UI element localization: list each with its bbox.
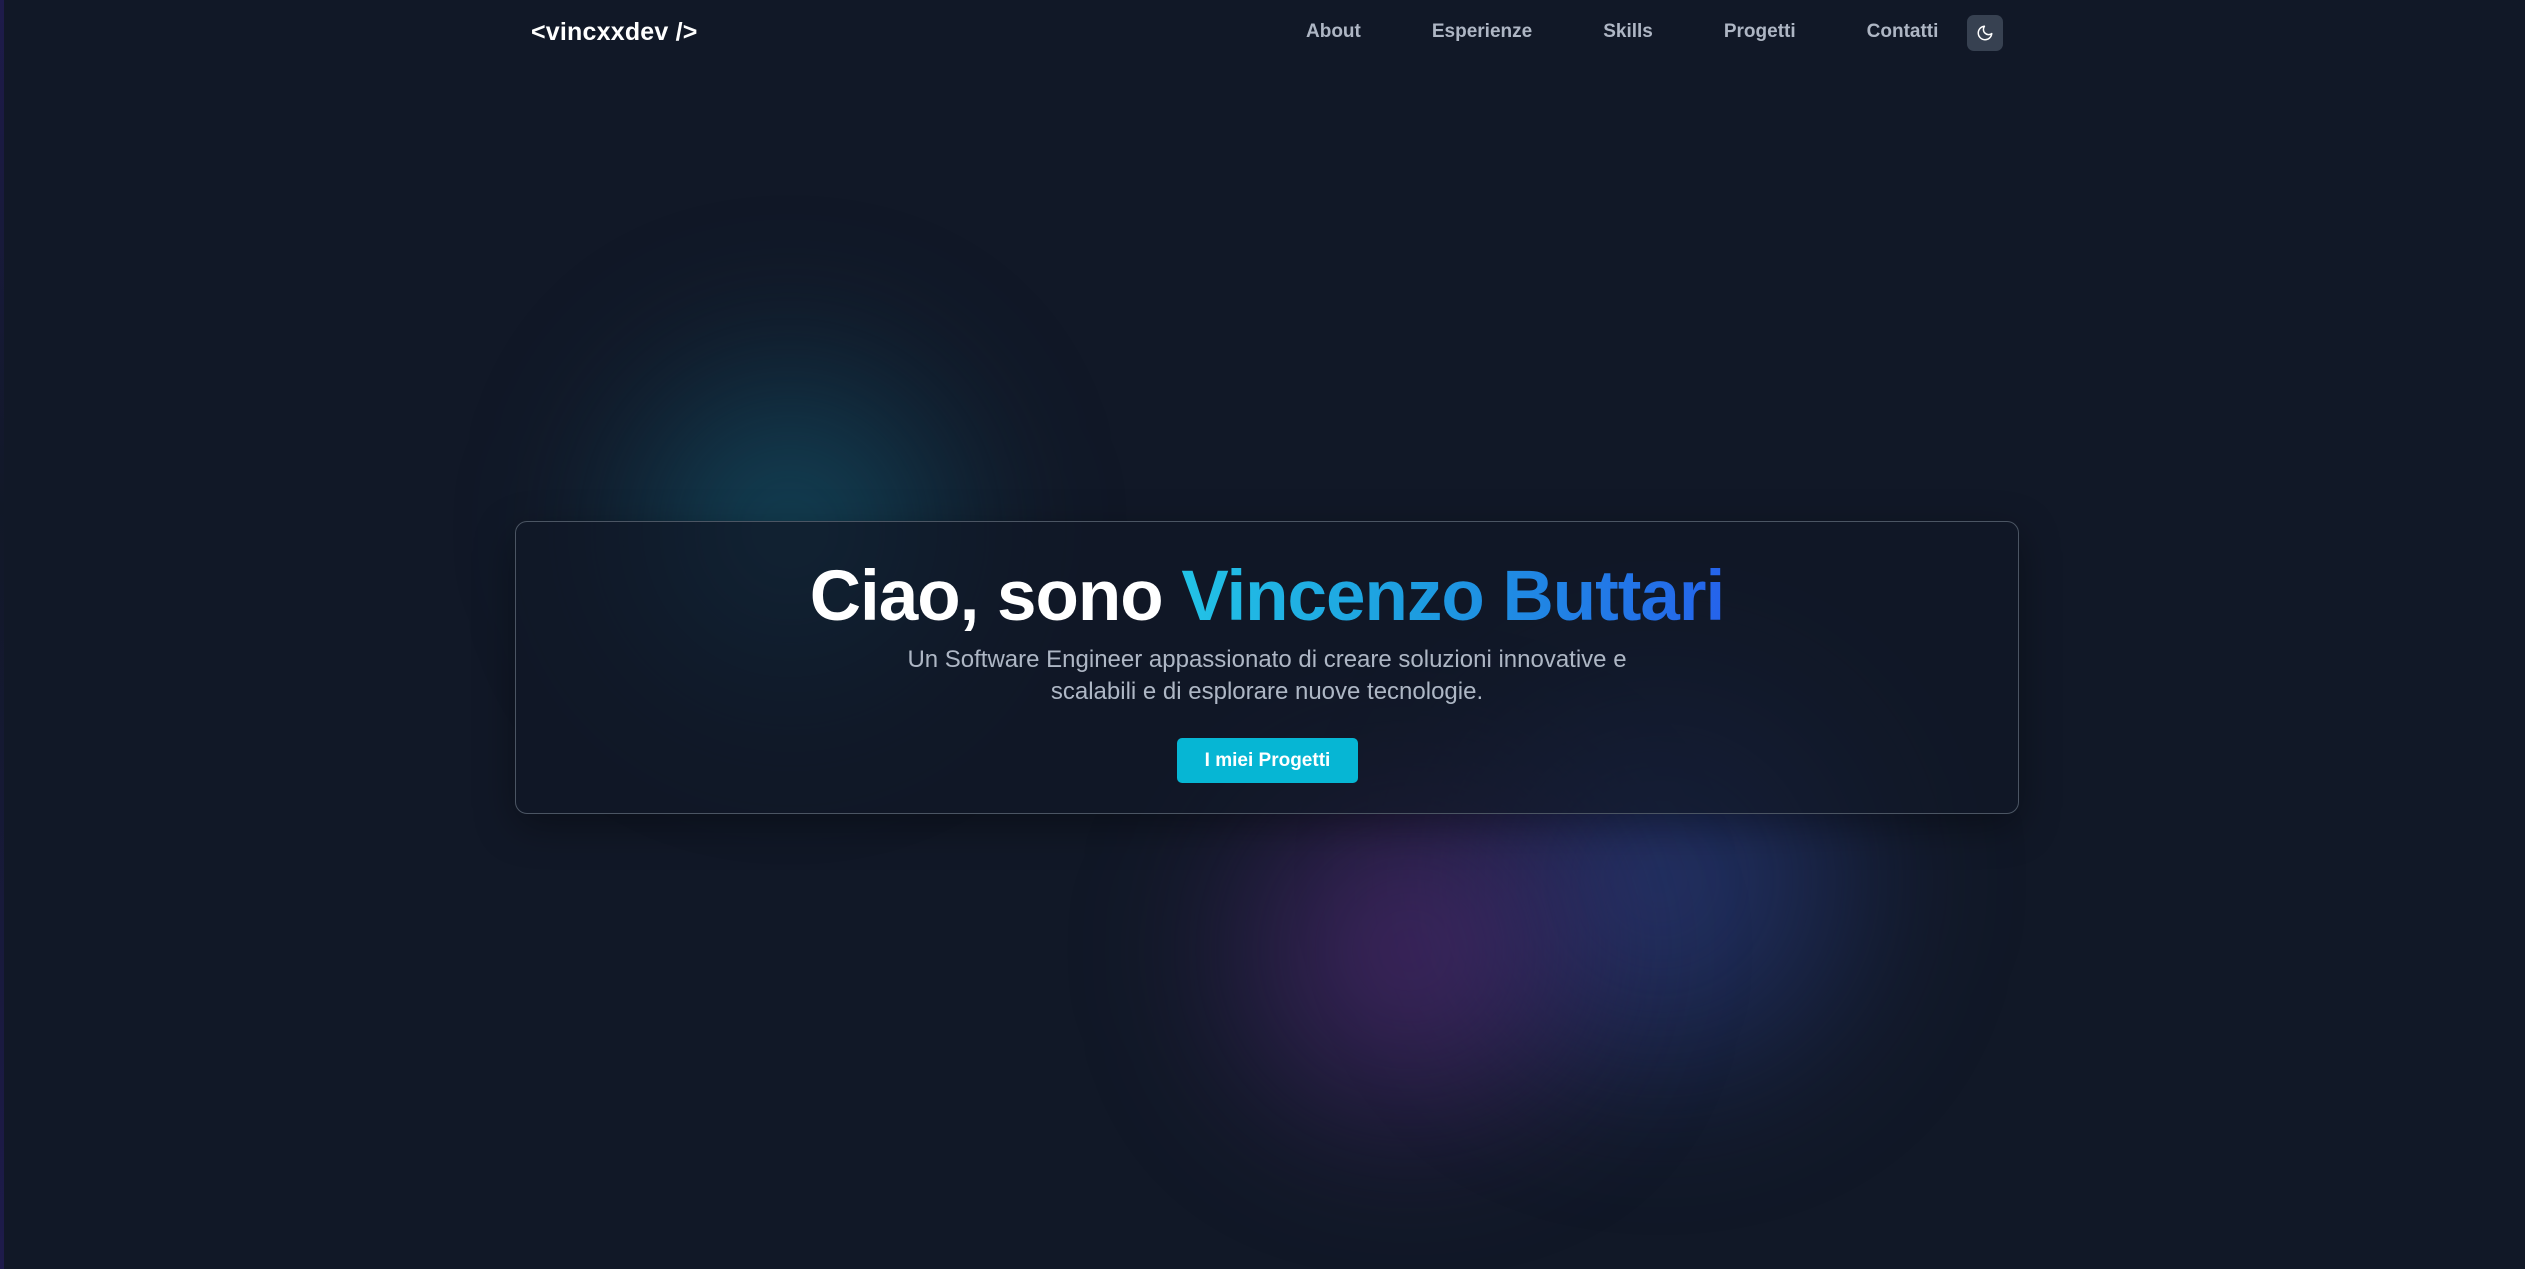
nav-link-esperienze[interactable]: Esperienze	[1432, 21, 1532, 43]
site-logo[interactable]: <vincxxdev />	[531, 18, 698, 47]
hero-title: Ciao, sono Vincenzo Buttari	[516, 556, 2018, 637]
hero-subtitle-line-2: scalabili e di esplorare nuove tecnologi…	[1050, 678, 1484, 705]
navbar: <vincxxdev /> About Esperienze Skills Pr…	[0, 0, 2525, 66]
moon-icon	[1977, 25, 1993, 41]
hero-greeting: Ciao, sono	[809, 557, 1164, 636]
theme-toggle-button[interactable]	[1967, 15, 2003, 51]
nav-link-progetti[interactable]: Progetti	[1724, 21, 1796, 43]
nav-link-contatti[interactable]: Contatti	[1867, 21, 1939, 43]
nav-links: About Esperienze Skills Progetti Contatt…	[1306, 21, 1938, 43]
window-edge	[0, 0, 4, 1269]
nav-link-skills[interactable]: Skills	[1603, 21, 1653, 43]
page: <vincxxdev /> About Esperienze Skills Pr…	[0, 0, 2525, 1269]
hero-subtitle-line-1: Un Software Engineer appassionato di cre…	[907, 646, 1627, 673]
nav-link-about[interactable]: About	[1306, 21, 1361, 43]
hero-name: Vincenzo Buttari	[1181, 557, 1725, 636]
hero-subtitle: Un Software Engineer appassionato di cre…	[516, 644, 2018, 708]
hero-card: Ciao, sono Vincenzo Buttari Un Software …	[515, 521, 2019, 814]
projects-button[interactable]: I miei Progetti	[1177, 738, 1358, 783]
